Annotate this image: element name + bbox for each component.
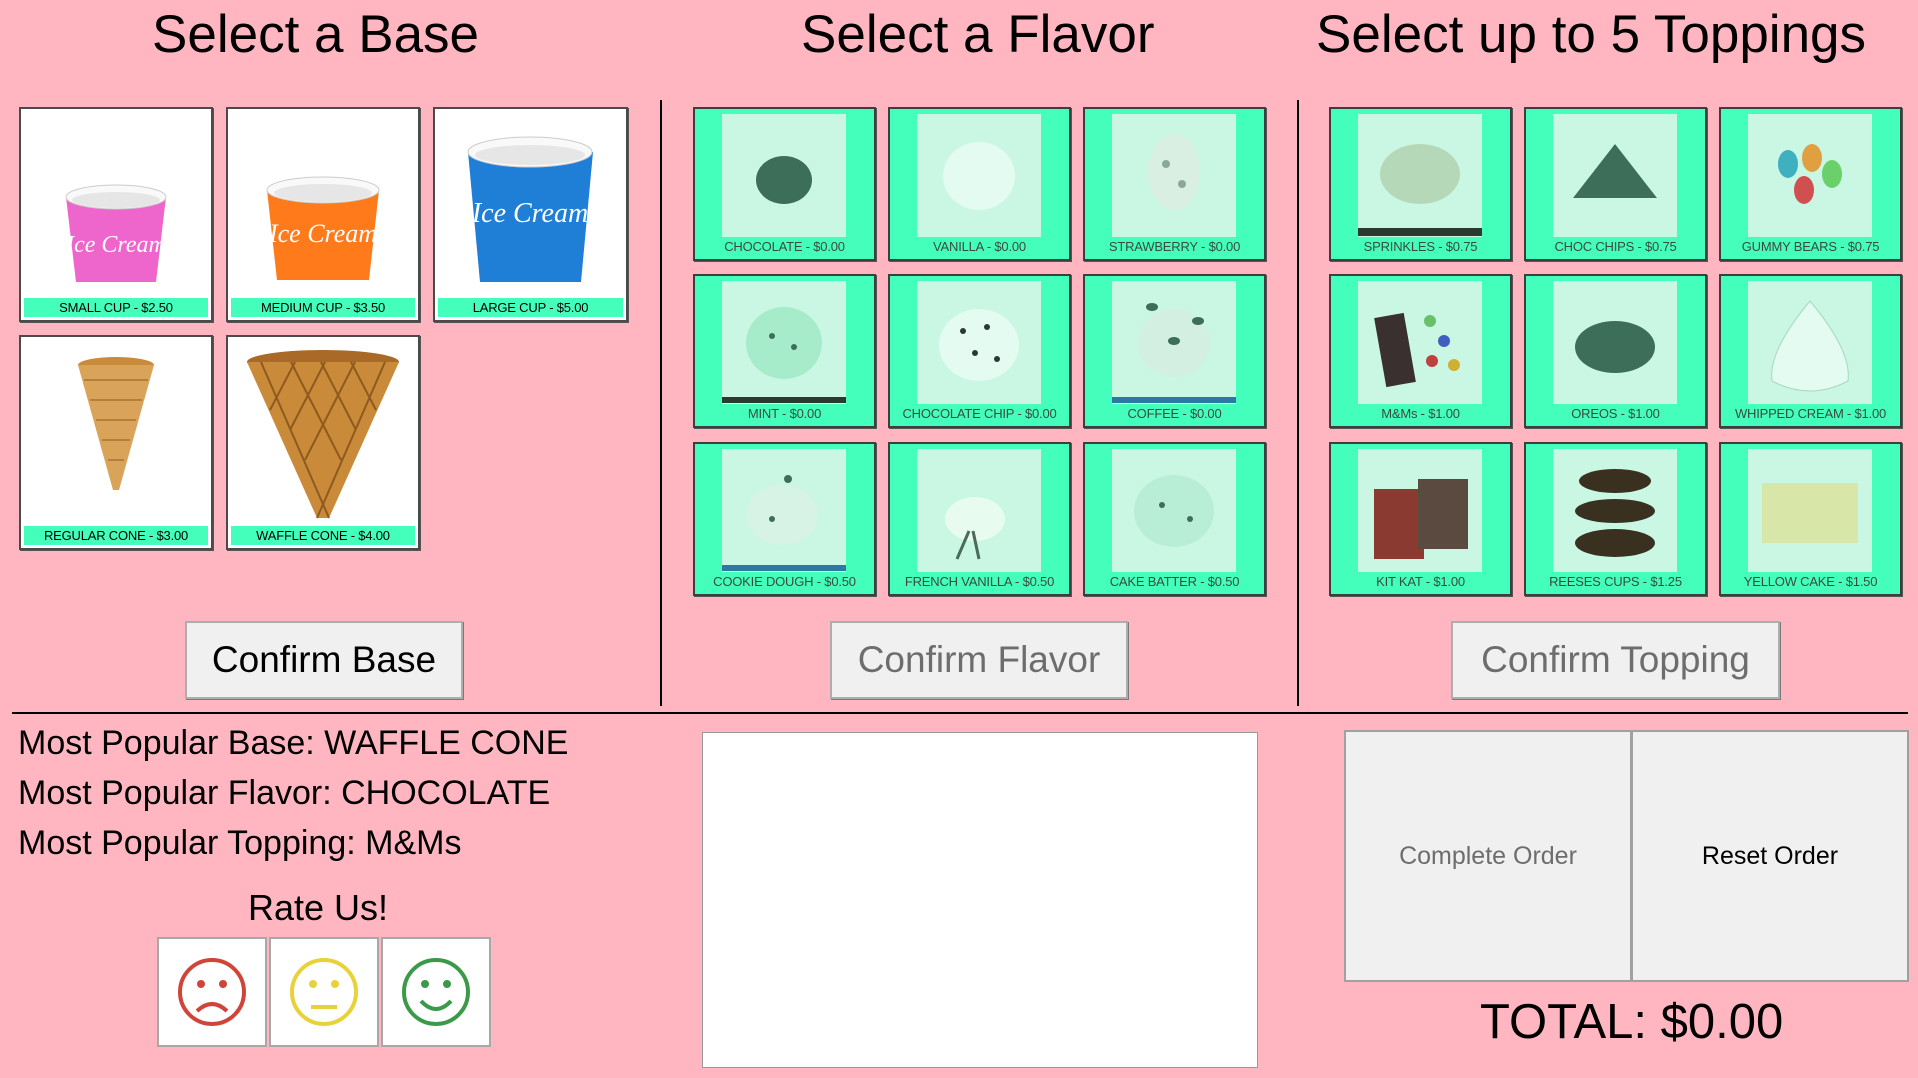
topping-option-kit-kat[interactable]: KIT KAT - $1.00: [1329, 442, 1512, 596]
flavor-option-chocolate-chip[interactable]: CHOCOLATE CHIP - $0.00: [888, 274, 1071, 428]
popular-topping-text: Most Popular Topping: M&Ms: [18, 824, 462, 862]
flavor-option-mint[interactable]: MINT - $0.00: [693, 274, 876, 428]
base-option-waffle-cone[interactable]: WAFFLE CONE - $4.00: [226, 335, 420, 550]
choc-chips-icon: [1553, 114, 1677, 238]
oreos-icon: [1553, 281, 1677, 405]
mms-icon: [1358, 281, 1482, 405]
chocolate-chip-scoop-icon: [917, 281, 1041, 405]
base-option-medium-cup[interactable]: Ice Cream MEDIUM CUP - $3.50: [226, 107, 420, 322]
topping-option-choc-chips[interactable]: CHOC CHIPS - $0.75: [1524, 107, 1707, 261]
flavor-option-chocolate[interactable]: CHOCOLATE - $0.00: [693, 107, 876, 261]
flavor-section-title: Select a Flavor: [801, 5, 1155, 64]
order-total: TOTAL: $0.00: [1480, 995, 1784, 1049]
french-vanilla-scoop-icon: [917, 449, 1041, 573]
topping-option-whipped-cream[interactable]: WHIPPED CREAM - $1.00: [1719, 274, 1902, 428]
confirm-flavor-button[interactable]: Confirm Flavor: [830, 621, 1128, 699]
base-option-label: REGULAR CONE - $3.00: [24, 526, 208, 545]
topping-option-label: WHIPPED CREAM - $1.00: [1724, 404, 1897, 423]
base-option-large-cup[interactable]: Ice Cream LARGE CUP - $5.00: [433, 107, 628, 322]
divider-horizontal: [12, 712, 1908, 714]
topping-option-reeses-cups[interactable]: REESES CUPS - $1.25: [1524, 442, 1707, 596]
kit-kat-icon: [1358, 449, 1482, 573]
base-option-label: LARGE CUP - $5.00: [438, 298, 623, 317]
svg-text:Ice Cream: Ice Cream: [65, 232, 166, 258]
yellow-cake-icon: [1748, 449, 1872, 573]
topping-option-yellow-cake[interactable]: YELLOW CAKE - $1.50: [1719, 442, 1902, 596]
rate-neutral-button[interactable]: [269, 937, 379, 1047]
toppings-section-title: Select up to 5 Toppings: [1316, 5, 1867, 64]
order-summary-box: [702, 732, 1258, 1068]
topping-option-gummy-bears[interactable]: GUMMY BEARS - $0.75: [1719, 107, 1902, 261]
reset-order-button[interactable]: Reset Order: [1631, 730, 1909, 982]
waffle-cone-icon: [247, 350, 399, 519]
mint-scoop-icon: [722, 281, 846, 405]
svg-text:Ice Cream: Ice Cream: [268, 219, 377, 248]
flavor-option-label: VANILLA - $0.00: [893, 237, 1066, 256]
topping-option-oreos[interactable]: OREOS - $1.00: [1524, 274, 1707, 428]
regular-cone-icon: [78, 357, 154, 490]
base-option-label: SMALL CUP - $2.50: [24, 298, 208, 317]
small-cup-icon: Ice Cream: [65, 184, 167, 282]
neutral-face-icon: [290, 958, 358, 1026]
gummy-bears-icon: [1748, 114, 1872, 238]
base-option-small-cup[interactable]: Ice Cream SMALL CUP - $2.50: [19, 107, 213, 322]
strawberry-scoop-icon: [1112, 114, 1236, 238]
chocolate-scoop-icon: [722, 114, 846, 238]
base-option-label: MEDIUM CUP - $3.50: [231, 298, 415, 317]
complete-order-button[interactable]: Complete Order: [1344, 730, 1632, 982]
topping-option-label: GUMMY BEARS - $0.75: [1724, 237, 1897, 256]
base-section-title: Select a Base: [152, 5, 480, 64]
sad-face-icon: [178, 958, 246, 1026]
topping-option-label: REESES CUPS - $1.25: [1529, 572, 1702, 591]
medium-cup-icon: Ice Cream: [266, 176, 380, 280]
cookie-dough-scoop-icon: [722, 449, 846, 573]
happy-face-icon: [402, 958, 470, 1026]
topping-option-sprinkles[interactable]: SPRINKLES - $0.75: [1329, 107, 1512, 261]
topping-option-label: KIT KAT - $1.00: [1334, 572, 1507, 591]
topping-option-label: YELLOW CAKE - $1.50: [1724, 572, 1897, 591]
vanilla-scoop-icon: [917, 114, 1041, 238]
flavor-option-label: STRAWBERRY - $0.00: [1088, 237, 1261, 256]
whipped-cream-icon: [1748, 281, 1872, 405]
topping-option-mms[interactable]: M&Ms - $1.00: [1329, 274, 1512, 428]
reeses-cups-icon: [1553, 449, 1677, 573]
flavor-option-label: CHOCOLATE CHIP - $0.00: [893, 404, 1066, 423]
topping-option-label: OREOS - $1.00: [1529, 404, 1702, 423]
rate-us-title: Rate Us!: [248, 887, 389, 928]
popular-flavor-text: Most Popular Flavor: CHOCOLATE: [18, 774, 551, 812]
popular-base-text: Most Popular Base: WAFFLE CONE: [18, 724, 569, 762]
divider-base-flavor: [660, 100, 662, 706]
svg-text:Ice Cream: Ice Cream: [471, 198, 588, 229]
cake-batter-scoop-icon: [1112, 449, 1236, 573]
large-cup-icon: Ice Cream: [467, 136, 593, 282]
coffee-scoop-icon: [1112, 281, 1236, 405]
flavor-option-coffee[interactable]: COFFEE - $0.00: [1083, 274, 1266, 428]
confirm-topping-button[interactable]: Confirm Topping: [1451, 621, 1780, 699]
flavor-option-french-vanilla[interactable]: FRENCH VANILLA - $0.50: [888, 442, 1071, 596]
flavor-option-label: MINT - $0.00: [698, 404, 871, 423]
rate-sad-button[interactable]: [157, 937, 267, 1047]
confirm-base-button[interactable]: Confirm Base: [185, 621, 463, 699]
flavor-option-strawberry[interactable]: STRAWBERRY - $0.00: [1083, 107, 1266, 261]
flavor-option-label: COFFEE - $0.00: [1088, 404, 1261, 423]
flavor-option-label: FRENCH VANILLA - $0.50: [893, 572, 1066, 591]
topping-option-label: CHOC CHIPS - $0.75: [1529, 237, 1702, 256]
sprinkles-icon: [1358, 114, 1482, 238]
flavor-option-vanilla[interactable]: VANILLA - $0.00: [888, 107, 1071, 261]
flavor-option-label: CAKE BATTER - $0.50: [1088, 572, 1261, 591]
divider-flavor-toppings: [1297, 100, 1299, 706]
flavor-option-label: CHOCOLATE - $0.00: [698, 237, 871, 256]
flavor-option-cookie-dough[interactable]: COOKIE DOUGH - $0.50: [693, 442, 876, 596]
flavor-option-cake-batter[interactable]: CAKE BATTER - $0.50: [1083, 442, 1266, 596]
base-option-regular-cone[interactable]: REGULAR CONE - $3.00: [19, 335, 213, 550]
topping-option-label: M&Ms - $1.00: [1334, 404, 1507, 423]
topping-option-label: SPRINKLES - $0.75: [1334, 237, 1507, 256]
rate-happy-button[interactable]: [381, 937, 491, 1047]
base-option-label: WAFFLE CONE - $4.00: [231, 526, 415, 545]
flavor-option-label: COOKIE DOUGH - $0.50: [698, 572, 871, 591]
